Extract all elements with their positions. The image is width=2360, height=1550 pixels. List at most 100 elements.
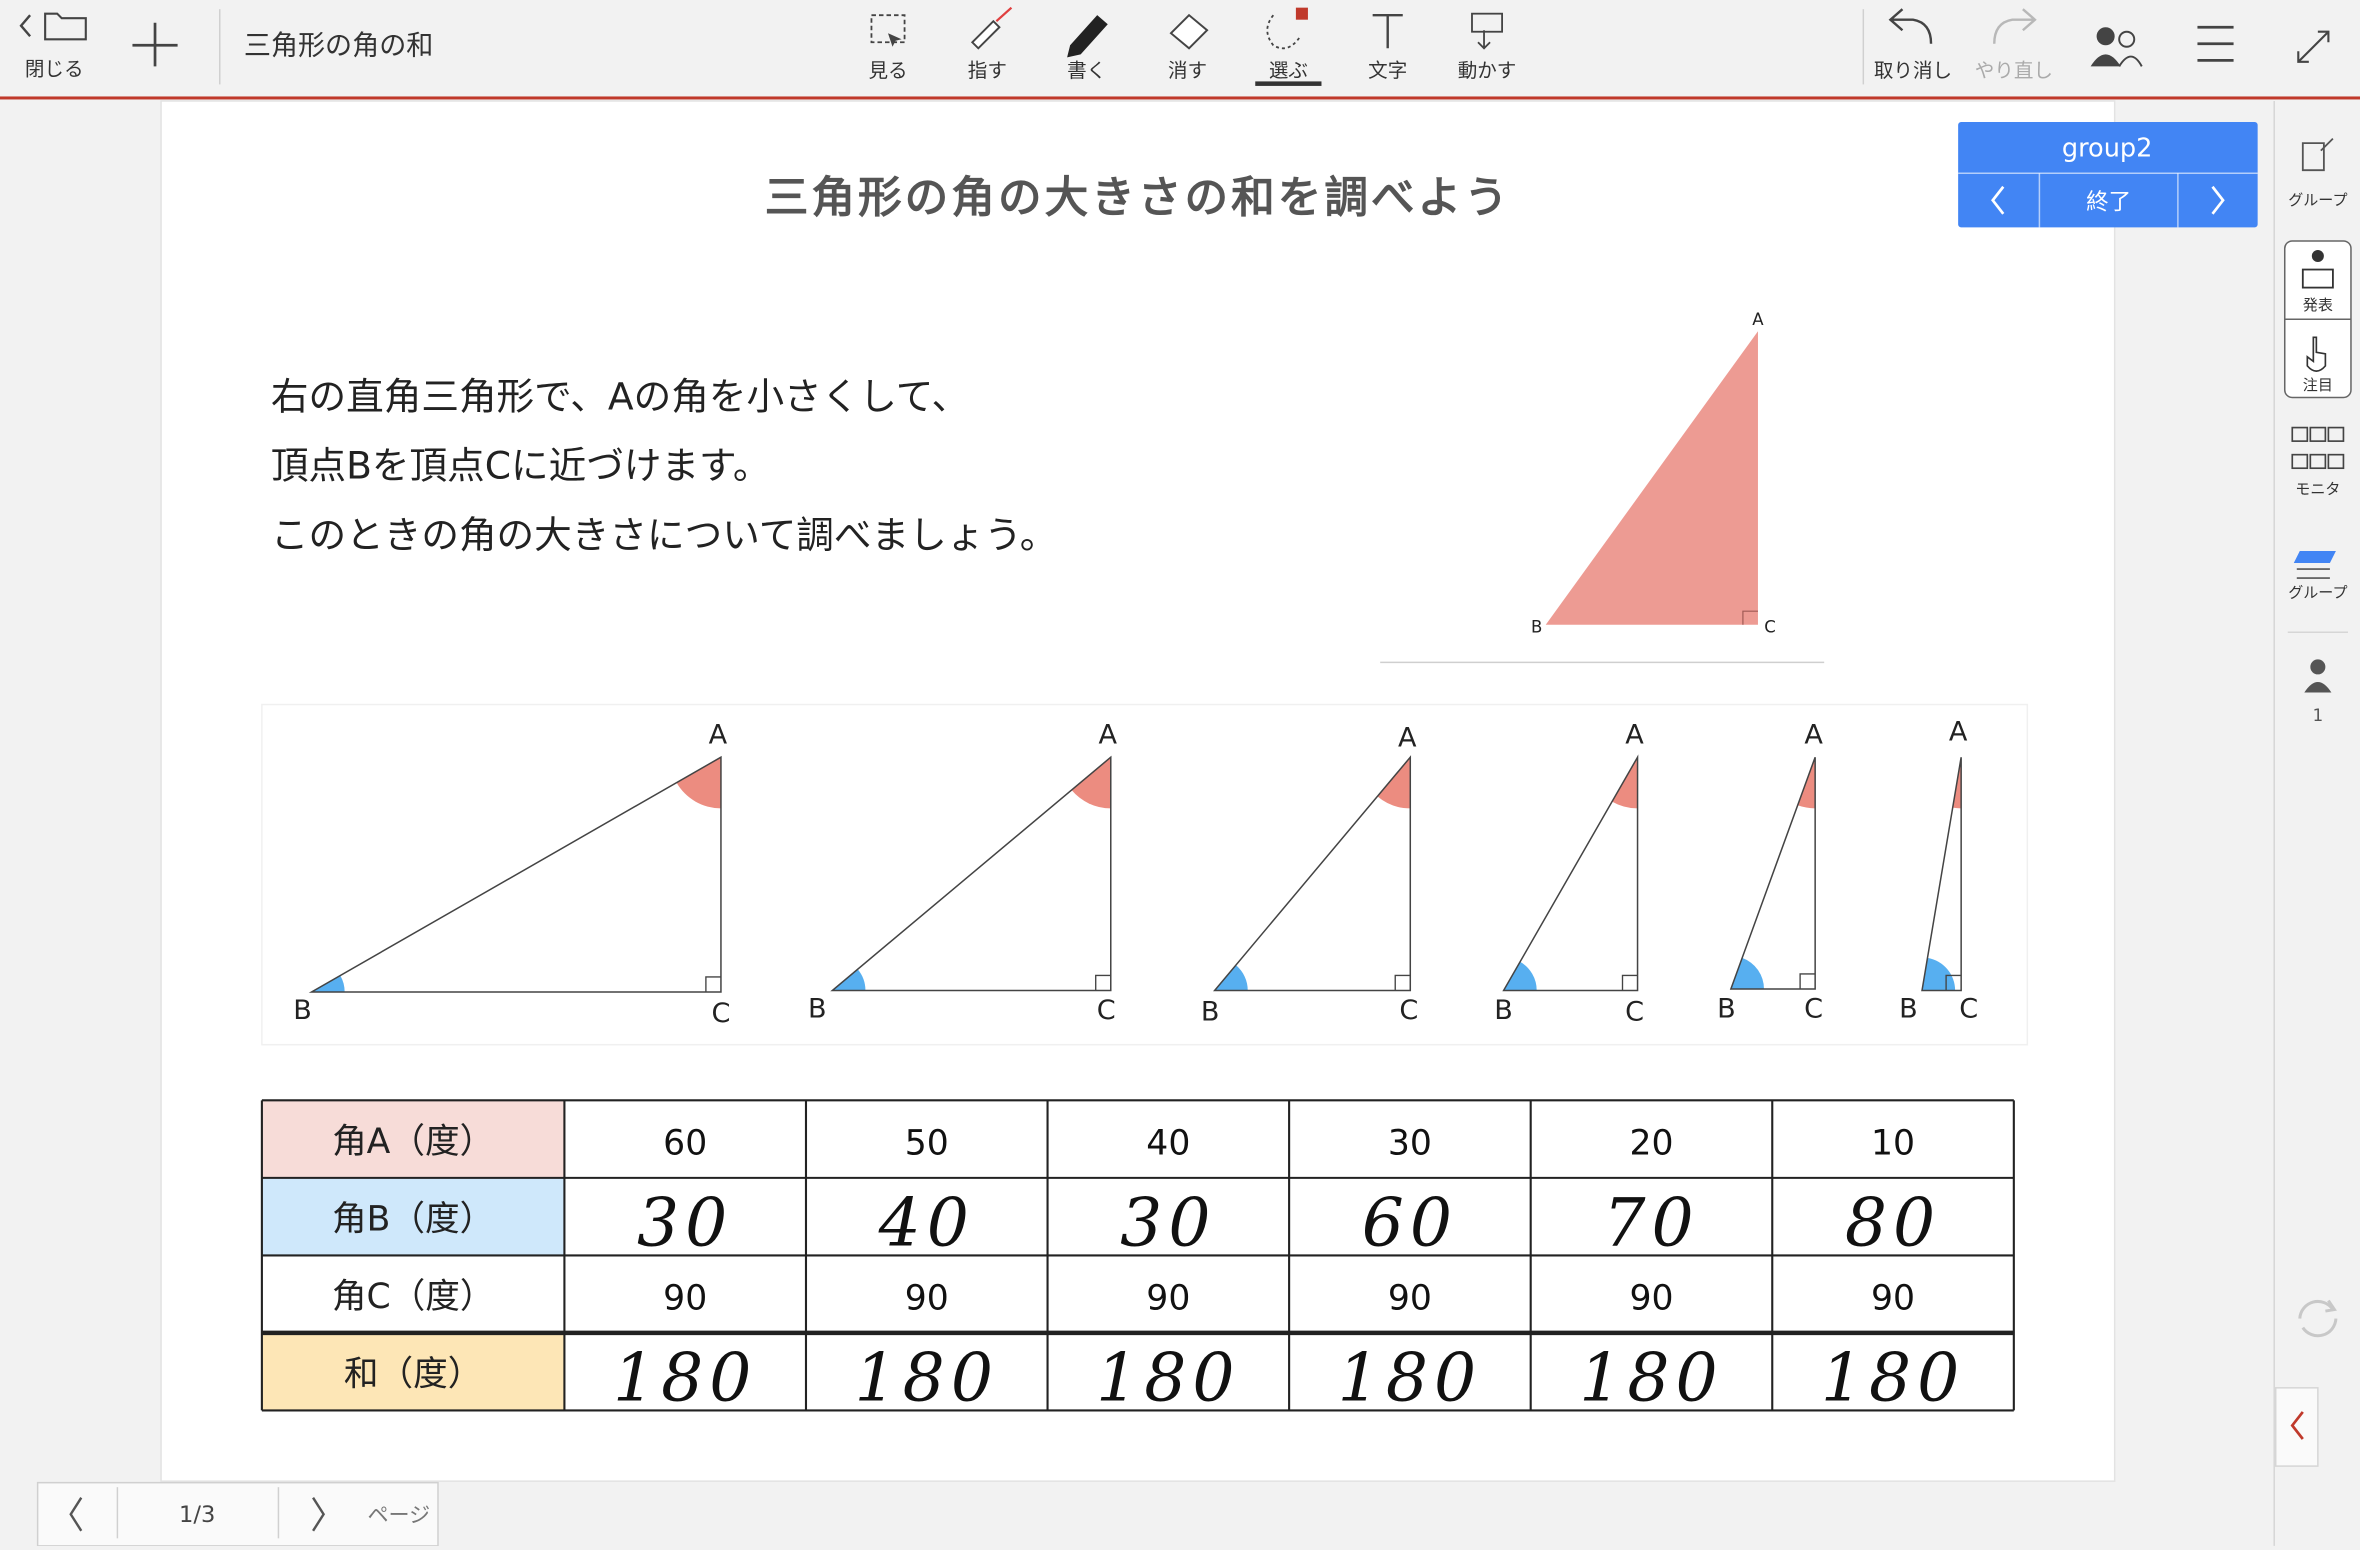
table-cell-value: 50 <box>905 1124 949 1164</box>
sidebar-label: 注目 <box>2303 376 2333 394</box>
handwritten-value[interactable]: 180 <box>855 1340 999 1417</box>
monitor-grid-icon <box>2291 426 2345 470</box>
vertex-b-label: B <box>1717 994 1736 1025</box>
vertex-c-label: C <box>1399 995 1418 1026</box>
undo-label: 取り消し <box>1874 59 1952 82</box>
sidebar-label: 発表 <box>2303 296 2333 314</box>
vertex-c-label: C <box>1959 994 1978 1025</box>
sidebar-users[interactable]: 1 <box>2304 659 2332 725</box>
handwritten-value[interactable]: 180 <box>1821 1340 1965 1417</box>
sidebar-monitor-button[interactable]: モニタ <box>2291 426 2345 498</box>
present-person-icon <box>2311 249 2324 263</box>
users-icon <box>2096 27 2115 46</box>
vertex-b-label: B <box>293 995 312 1026</box>
handwritten-value[interactable]: 180 <box>613 1340 757 1417</box>
triangle-sequence-panel <box>261 703 2029 1046</box>
monitor-cell <box>2327 426 2345 442</box>
collapse-tab <box>2274 1387 2319 1467</box>
tool-label: 動かす <box>1458 59 1517 82</box>
handwritten-value[interactable]: 30 <box>1120 1185 1216 1262</box>
monitor-cell <box>2309 426 2327 442</box>
select-indicator-icon <box>1295 7 1308 20</box>
handwritten-value[interactable]: 60 <box>1362 1185 1458 1262</box>
page-navigator: 1/3 ページ <box>36 1481 439 1547</box>
vertex-a-label: A <box>1949 717 1968 748</box>
row-header-label: 角B（度） <box>332 1200 494 1240</box>
tool-label: 指す <box>968 59 1007 82</box>
vertex-c-label: C <box>711 998 730 1029</box>
instruction-line: 右の直角三角形で、Aの角を小さくして、 <box>271 375 969 419</box>
redo-label: やり直し <box>1975 59 2053 82</box>
tool-label: 見る <box>868 59 907 82</box>
page-label: ページ <box>367 1502 430 1527</box>
app-canvas: 閉じる 三角形の角の和 見る 指す 書く 消す 選ぶ 文字 動かす 取り消し や… <box>0 0 2360 1547</box>
table-cell-value: 90 <box>663 1279 707 1319</box>
layers-lines-icon <box>2296 568 2330 579</box>
handwritten-value[interactable]: 70 <box>1603 1185 1699 1262</box>
table-cell-value: 10 <box>1871 1124 1915 1164</box>
sidebar-group-top-button[interactable]: グループ <box>2288 137 2348 209</box>
user-count: 1 <box>2313 706 2324 725</box>
monitor-cell <box>2327 453 2345 470</box>
vertex-a-label: A <box>1098 720 1117 751</box>
sidebar-label: グループ <box>2288 191 2347 209</box>
group-name: group2 <box>2062 134 2153 164</box>
sidebar-label: モニタ <box>2295 480 2340 498</box>
handwritten-value[interactable]: 180 <box>1338 1340 1482 1417</box>
group-panel: group2 終了 <box>1958 122 2258 228</box>
row-header-label: 角A（度） <box>332 1122 494 1162</box>
tool-label: 書く <box>1067 59 1106 82</box>
vertex-b-label: B <box>1899 994 1918 1025</box>
table-cell-value: 30 <box>1388 1124 1432 1164</box>
tool-label: 消す <box>1168 59 1207 82</box>
vertex-a-label: A <box>1625 720 1644 751</box>
vertex-a-label: A <box>709 720 728 751</box>
sync-icon <box>2298 1299 2338 1338</box>
sidebar-group-bottom-button[interactable]: グループ <box>2288 550 2348 602</box>
table-row: 和（度） 180 180 180 180 180 180 <box>261 1332 1965 1417</box>
layers-icon <box>2293 550 2336 564</box>
handwritten-value[interactable]: 180 <box>1579 1340 1723 1417</box>
handwritten-value[interactable]: 30 <box>637 1185 733 1262</box>
row-header-label: 和（度） <box>344 1355 482 1395</box>
monitor-cell <box>2291 426 2309 442</box>
page-heading: 三角形の角の大きさの和を調べよう <box>765 172 1511 223</box>
document-title: 三角形の角の和 <box>244 30 434 61</box>
instruction-line: このときの角の大きさについて調べましょう。 <box>271 513 1057 557</box>
vertex-c-label: C <box>1764 617 1776 636</box>
table-cell-value: 90 <box>1388 1279 1432 1319</box>
close-label: 閉じる <box>25 57 84 80</box>
sync-button[interactable] <box>2298 1299 2338 1338</box>
row-header-label: 角C（度） <box>332 1277 495 1317</box>
handwritten-value[interactable]: 40 <box>878 1185 975 1262</box>
table-cell-value: 60 <box>663 1124 707 1164</box>
user-icon-body <box>2304 681 2332 693</box>
active-tool-underline <box>1255 81 1322 86</box>
tool-label: 選ぶ <box>1269 59 1308 82</box>
table-cell-value: 90 <box>1146 1279 1190 1319</box>
handwritten-value[interactable]: 80 <box>1845 1185 1941 1262</box>
vertex-b-label: B <box>808 994 827 1025</box>
vertex-c-label: C <box>1097 995 1116 1026</box>
vertex-b-label: B <box>1201 997 1220 1028</box>
right-sidebar: グループ 発表 注目 モニタ グループ 1 <box>2273 100 2352 1546</box>
table-cell-value: 90 <box>1871 1279 1915 1319</box>
table-cell-value: 90 <box>1629 1279 1673 1319</box>
toolbar-accent-line <box>0 96 2360 100</box>
vertex-a-label: A <box>1752 310 1764 329</box>
vertex-c-label: C <box>1804 994 1823 1025</box>
table-cell-value: 40 <box>1146 1124 1190 1164</box>
handwritten-value[interactable]: 180 <box>1096 1340 1240 1417</box>
user-icon <box>2310 659 2326 675</box>
vertex-c-label: C <box>1625 997 1644 1028</box>
group-end-button[interactable]: 終了 <box>2086 189 2131 215</box>
monitor-cell <box>2309 453 2327 470</box>
vertex-b-label: B <box>1494 995 1513 1026</box>
table-cell-value: 90 <box>905 1279 949 1319</box>
group-edit-icon <box>2301 137 2334 172</box>
sidebar-label: グループ <box>2288 584 2347 602</box>
top-toolbar: 閉じる 三角形の角の和 見る 指す 書く 消す 選ぶ 文字 動かす 取り消し や… <box>0 0 2360 100</box>
vertex-b-label: B <box>1531 617 1542 636</box>
table-cell-value: 20 <box>1629 1124 1673 1164</box>
sidebar-collapse-button[interactable] <box>2274 1387 2319 1467</box>
